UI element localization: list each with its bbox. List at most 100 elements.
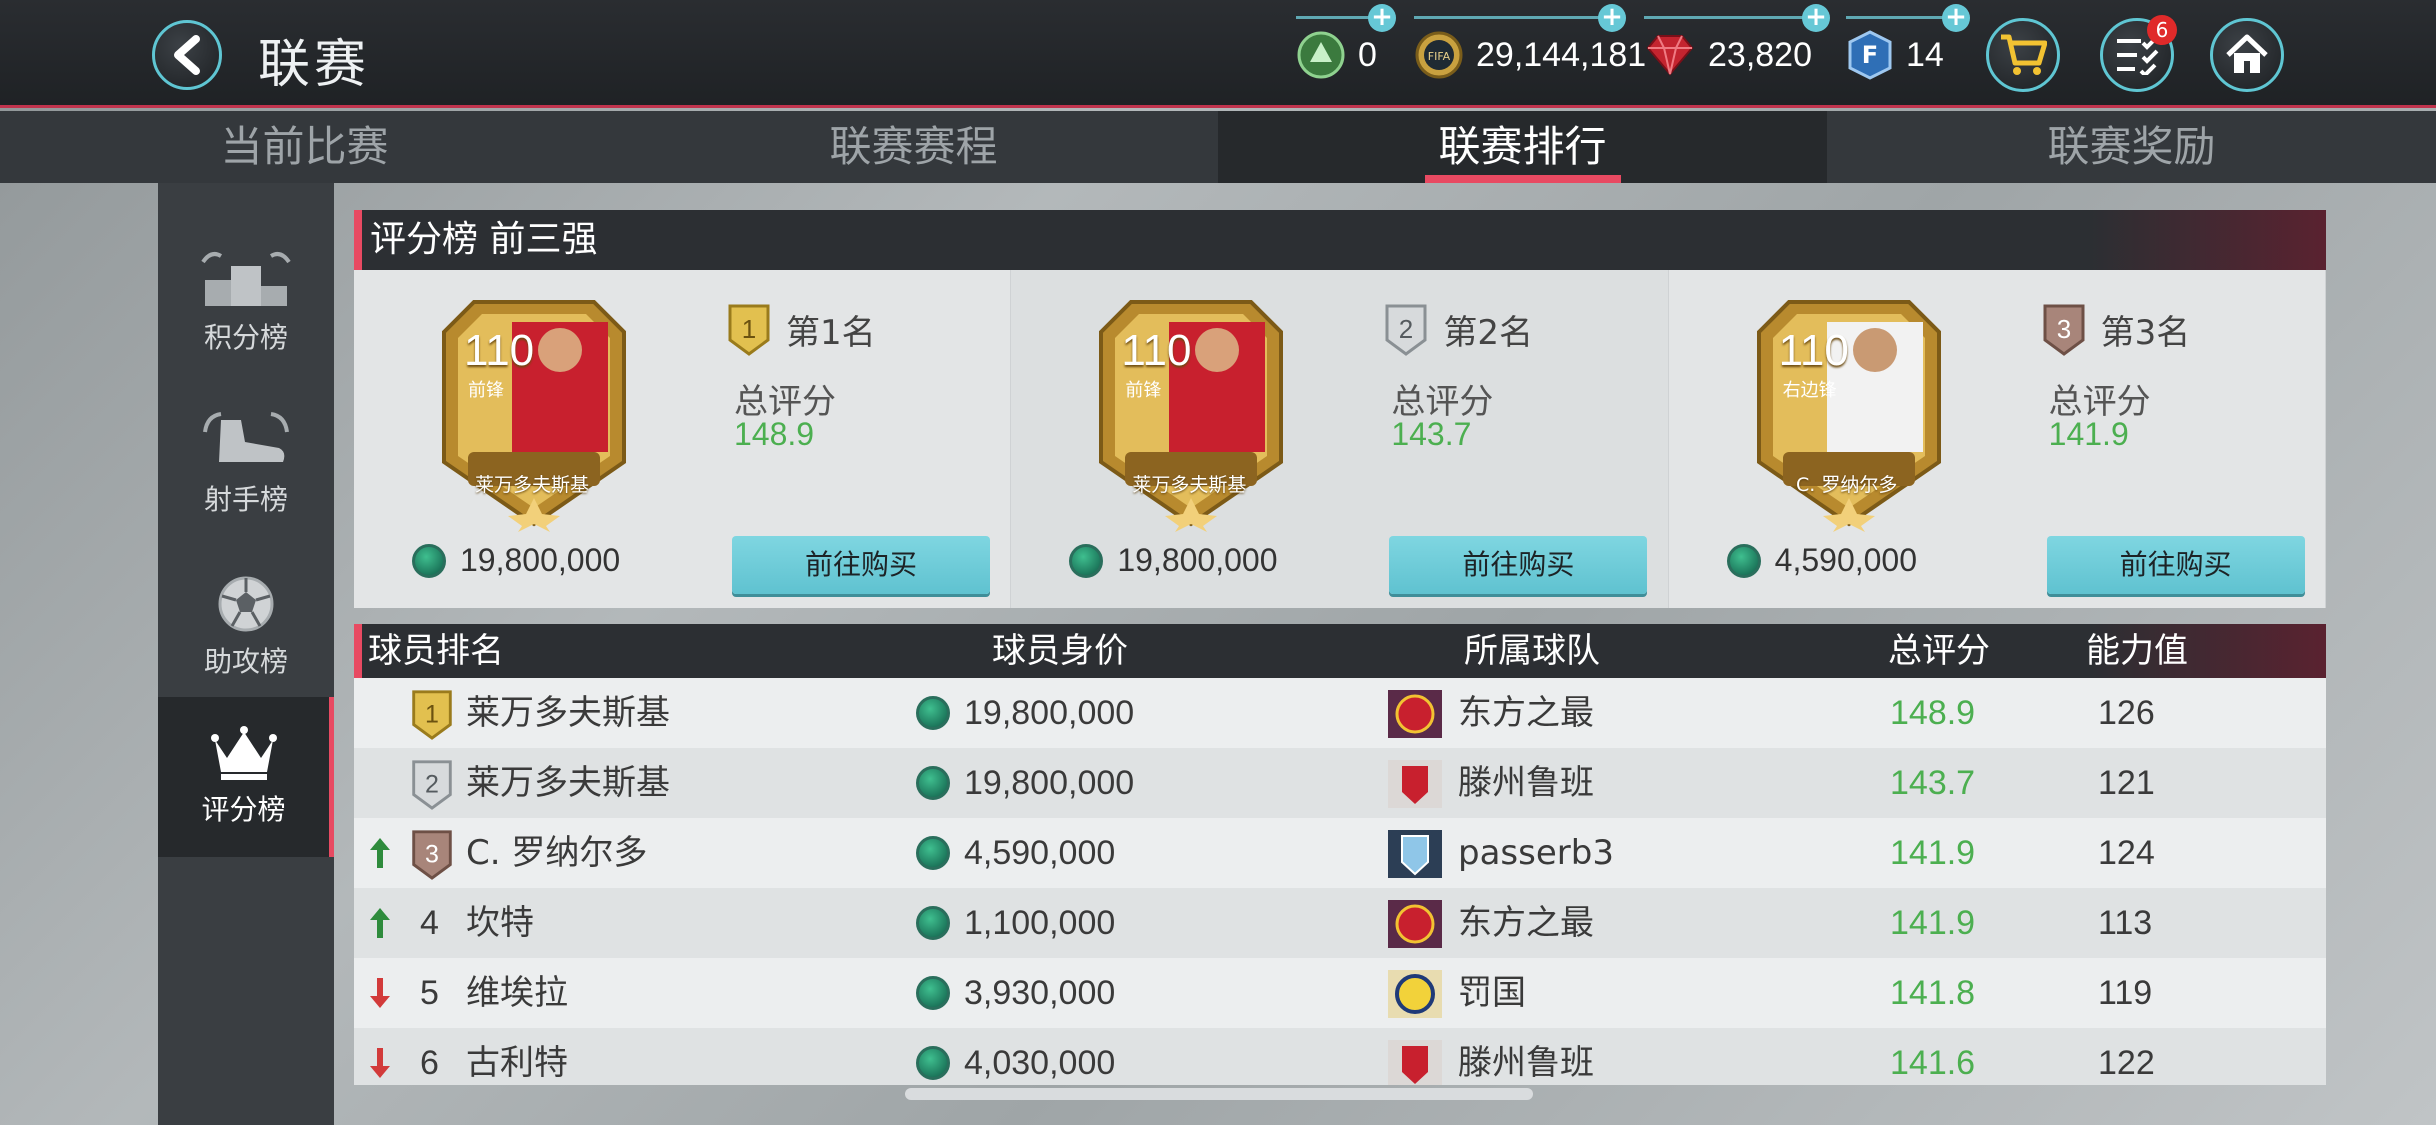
tasks-button[interactable]: 6 [2100, 15, 2177, 92]
scroll-indicator[interactable] [905, 1088, 1533, 1100]
team-name: passerb3 [1458, 833, 1614, 873]
tab-rankings[interactable]: 联赛排行 [1218, 111, 1827, 183]
silver-rank-badge-icon: 2 [1385, 304, 1427, 356]
table-row[interactable]: 2 莱万多夫斯基 19,800,000 滕州鲁班 143.7 121 [354, 748, 2326, 818]
add-gems-icon[interactable]: + [1802, 4, 1830, 32]
sidebar-item-standings[interactable]: 积分榜 [158, 223, 334, 383]
notification-badge: 6 [2147, 15, 2177, 45]
back-button[interactable] [152, 20, 222, 90]
ranking-side-nav: 积分榜 射手榜 助攻榜 评分榜 [158, 183, 334, 1125]
score-value: 141.9 [2048, 416, 2129, 452]
add-coins-icon[interactable]: + [1598, 4, 1626, 32]
svg-text:1: 1 [742, 314, 756, 344]
top3-card-1: 110 前锋 莱万多夫斯基 1 第1名 总评分 148.9 19,800,000… [354, 270, 1012, 608]
podium-icon [201, 252, 291, 306]
home-icon [2226, 34, 2268, 73]
total-score: 141.9 [1890, 904, 1976, 942]
ability-value: 124 [2098, 834, 2155, 872]
rank-number: 5 [420, 974, 439, 1012]
table-row[interactable]: 4 坎特 1,100,000 东方之最 141.9 113 [354, 888, 2326, 958]
boot-icon [203, 412, 289, 462]
svg-text:FIFA: FIFA [1428, 50, 1451, 63]
gem-balance[interactable]: + 23,820 [1644, 4, 1830, 84]
add-fifa-points-icon[interactable]: + [1942, 4, 1970, 32]
top3-title: 评分榜 前三强 [370, 219, 598, 260]
player-name: 古利特 [466, 1043, 568, 1083]
lazio-crest-icon [1388, 830, 1442, 878]
sidebar-item-scorers[interactable]: 射手榜 [158, 385, 334, 545]
player-price: 19,800,000 [964, 764, 1135, 802]
col-ability: 能力值 [2086, 631, 2188, 671]
ranking-table[interactable]: 1 莱万多夫斯基 19,800,000 东方之最 148.9 126 2 莱万多… [354, 678, 2326, 1085]
table-row[interactable]: 6 古利特 4,030,000 滕州鲁班 141.6 122 [354, 1028, 2326, 1085]
price-line: 19,800,000 [1069, 542, 1277, 579]
buy-button[interactable]: 前往购买 [1389, 536, 1648, 594]
col-team: 所属球队 [1464, 631, 1600, 671]
table-row[interactable]: 3 C. 罗纳尔多 4,590,000 passerb3 141.9 124 [354, 818, 2326, 888]
top3-cards: 110 前锋 莱万多夫斯基 1 第1名 总评分 148.9 19,800,000… [354, 270, 2326, 608]
player-name: C. 罗纳尔多 [466, 833, 648, 873]
score-value: 148.9 [734, 416, 815, 452]
top-bar: 联赛 + 0 + FIFA 29,144,181 + 23,820 + F 14… [0, 0, 2436, 108]
gold-rank-badge-icon: 1 [412, 690, 452, 740]
team-name: 东方之最 [1458, 903, 1594, 943]
price-coin-icon [1726, 543, 1761, 578]
price-coin-icon [412, 543, 446, 578]
club-america-crest-icon [1388, 970, 1442, 1018]
svg-text:3: 3 [425, 841, 439, 869]
player-price: 4,590,000 [964, 834, 1116, 872]
player-card[interactable]: 110 右边锋 C. 罗纳尔多 [1739, 292, 1959, 532]
fifa-points-balance[interactable]: + F 14 [1846, 4, 1970, 84]
total-score: 141.8 [1890, 974, 1976, 1012]
buy-button[interactable]: 前往购买 [2046, 536, 2305, 594]
player-card[interactable]: 110 前锋 莱万多夫斯基 [1081, 292, 1301, 532]
svg-text:F: F [1862, 41, 1878, 69]
tab-rewards[interactable]: 联赛奖励 [1827, 111, 2436, 183]
rank-up-arrow-icon [370, 838, 390, 868]
home-button[interactable] [2210, 18, 2284, 92]
rank-number: 6 [420, 1044, 439, 1082]
green-token-balance[interactable]: + 0 [1296, 4, 1396, 84]
table-row[interactable]: 5 维埃拉 3,930,000 罚国 141.8 119 [354, 958, 2326, 1028]
price-coin-icon [916, 1046, 950, 1080]
price-coin-icon [916, 976, 950, 1010]
ability-value: 122 [2098, 1044, 2155, 1082]
ability-value: 121 [2098, 764, 2155, 802]
ranking-table-header: 球员排名 球员身价 所属球队 总评分 能力值 [354, 624, 2326, 678]
tab-current-match[interactable]: 当前比赛 [0, 111, 609, 183]
sidebar-item-assists[interactable]: 助攻榜 [158, 547, 334, 707]
buy-button[interactable]: 前往购买 [732, 536, 990, 594]
top3-card-3: 110 右边锋 C. 罗纳尔多 3 第3名 总评分 141.9 4,590,00… [1668, 270, 2326, 608]
manchester-united-crest-icon [1388, 690, 1442, 738]
total-score: 141.9 [1890, 834, 1976, 872]
team-name: 滕州鲁班 [1458, 763, 1594, 803]
manchester-united-crest-icon [1388, 900, 1442, 948]
player-price: 3,930,000 [964, 974, 1116, 1012]
tab-schedule[interactable]: 联赛赛程 [609, 111, 1218, 183]
top3-header: 评分榜 前三强 [354, 210, 2326, 270]
sidebar-item-rating[interactable]: 评分榜 [158, 697, 334, 857]
price-line: 19,800,000 [412, 542, 620, 579]
bronze-rank-badge-icon: 3 [412, 830, 452, 880]
col-player-value: 球员身价 [992, 631, 1128, 671]
ability-value: 113 [2098, 904, 2153, 942]
team-name: 滕州鲁班 [1458, 1043, 1594, 1083]
ruby-gem-icon [1646, 35, 1694, 76]
green-token-icon [1297, 31, 1345, 79]
rank-down-arrow-icon [370, 978, 390, 1008]
top3-card-2: 110 前锋 莱万多夫斯基 2 第2名 总评分 143.7 19,800,000… [1011, 270, 1669, 608]
store-button[interactable] [1986, 18, 2060, 92]
svg-text:1: 1 [425, 701, 439, 729]
ball-icon [218, 576, 274, 632]
rank-text: 第3名 [2100, 312, 2191, 353]
svg-text:2: 2 [425, 771, 439, 799]
shopping-cart-icon [2001, 34, 2047, 75]
player-card[interactable]: 110 前锋 莱万多夫斯基 [424, 292, 644, 532]
add-green-token-icon[interactable]: + [1368, 4, 1396, 32]
total-score: 143.7 [1890, 764, 1976, 802]
player-name: 维埃拉 [466, 973, 568, 1013]
team-name: 罚国 [1458, 973, 1526, 1013]
table-row[interactable]: 1 莱万多夫斯基 19,800,000 东方之最 148.9 126 [354, 678, 2326, 748]
coin-balance[interactable]: + FIFA 29,144,181 [1414, 4, 1646, 84]
svg-text:3: 3 [2056, 314, 2070, 344]
